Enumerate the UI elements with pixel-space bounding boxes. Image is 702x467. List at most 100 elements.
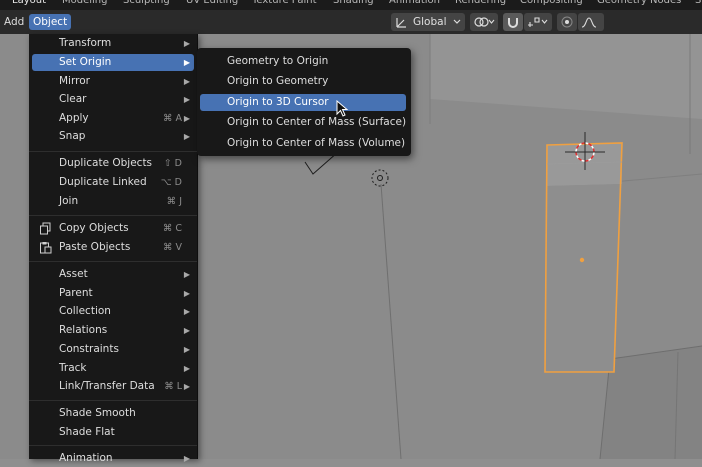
menu-item-track[interactable]: Track ▶ — [32, 360, 194, 377]
object-menu[interactable]: Object — [29, 14, 72, 30]
tab-rendering[interactable]: Rendering — [455, 0, 506, 8]
tab-scripting[interactable]: S — [695, 0, 701, 8]
menu-item-transform[interactable]: Transform ▶ — [32, 35, 194, 52]
submenu-item-label: Geometry to Origin — [227, 55, 329, 67]
chevron-down-icon — [453, 19, 461, 24]
submenu-item-label: Origin to 3D Cursor — [227, 96, 329, 108]
proportional-edit-icon — [561, 16, 573, 28]
menu-item-constraints[interactable]: Constraints ▶ — [32, 341, 194, 358]
copy-icon — [40, 222, 51, 235]
submenu-arrow-icon: ▶ — [183, 39, 190, 48]
tab-sculpting[interactable]: Sculpting — [123, 0, 170, 8]
menu-item-relations[interactable]: Relations ▶ — [32, 322, 194, 339]
snap-target-dropdown[interactable] — [524, 13, 552, 31]
menu-item-label: Apply — [59, 112, 89, 124]
submenu-arrow-icon: ▶ — [183, 326, 190, 335]
submenu-arrow-icon: ▶ — [183, 58, 190, 67]
submenu-arrow-icon: ▶ — [183, 382, 190, 391]
tab-uv-editing[interactable]: UV Editing — [186, 0, 238, 8]
shortcut-label: ⌥ D — [160, 177, 182, 188]
menu-item-label: Join — [59, 195, 79, 207]
submenu-item-label: Origin to Center of Mass (Volume) — [227, 137, 406, 149]
menu-item-asset[interactable]: Asset ▶ — [32, 266, 194, 283]
menu-item-collection[interactable]: Collection ▶ — [32, 303, 194, 320]
transform-orientation-dropdown[interactable]: Global — [391, 13, 465, 31]
submenu-item-origin-to-geometry[interactable]: Origin to Geometry — [200, 73, 406, 90]
menu-item-label: Track — [59, 362, 87, 374]
tab-texture-paint[interactable]: Texture Paint — [252, 0, 317, 8]
submenu-arrow-icon: ▶ — [183, 132, 190, 141]
proportional-edit-toggle[interactable] — [557, 13, 577, 31]
menu-item-label: Duplicate Linked — [59, 176, 147, 188]
submenu-item-label: Origin to Geometry — [227, 75, 329, 87]
snap-toggle[interactable] — [503, 13, 523, 31]
shortcut-label: ⌘ V — [162, 242, 182, 253]
shortcut-label: ⌘ L — [164, 381, 182, 392]
set-origin-submenu: Geometry to Origin Origin to Geometry Or… — [197, 48, 411, 156]
submenu-arrow-icon: ▶ — [183, 270, 190, 279]
menu-item-set-origin[interactable]: Set Origin ▶ — [32, 54, 194, 71]
menu-item-label: Transform — [59, 37, 112, 49]
tab-shading[interactable]: Shading — [333, 0, 374, 8]
add-menu[interactable]: Add — [0, 14, 28, 30]
workspace-tabs-bar: Layout Modeling Sculpting UV Editing Tex… — [0, 0, 702, 10]
submenu-arrow-icon: ▶ — [183, 77, 190, 86]
submenu-item-origin-to-3d-cursor[interactable]: Origin to 3D Cursor — [200, 94, 406, 111]
submenu-item-geometry-to-origin[interactable]: Geometry to Origin — [200, 53, 406, 70]
submenu-item-origin-to-center-of-mass-volume[interactable]: Origin to Center of Mass (Volume) — [200, 135, 406, 152]
submenu-arrow-icon: ▶ — [183, 307, 190, 316]
snap-magnet-icon — [508, 18, 518, 28]
menu-item-label: Shade Flat — [59, 426, 115, 438]
viewport-header: Add Object Global — [0, 10, 702, 34]
submenu-item-origin-to-center-of-mass-surface[interactable]: Origin to Center of Mass (Surface) — [200, 114, 406, 131]
menu-item-label: Shade Smooth — [59, 407, 136, 419]
menu-item-duplicate-objects[interactable]: Duplicate Objects ⇧ D — [32, 155, 194, 172]
falloff-curve-icon — [581, 17, 597, 28]
menu-item-label: Asset — [59, 268, 88, 280]
proportional-falloff-dropdown[interactable] — [578, 13, 604, 31]
menu-item-label: Relations — [59, 324, 108, 336]
menu-item-shade-smooth[interactable]: Shade Smooth — [32, 405, 194, 422]
tab-modeling[interactable]: Modeling — [62, 0, 108, 8]
menu-item-label: Parent — [59, 287, 93, 299]
menu-separator — [29, 261, 197, 262]
menu-item-label: Copy Objects — [59, 222, 129, 234]
submenu-arrow-icon: ▶ — [183, 364, 190, 373]
menu-item-label: Mirror — [59, 75, 90, 87]
menu-item-label: Constraints — [59, 343, 119, 355]
object-origin-dot — [579, 257, 585, 263]
menu-item-clear[interactable]: Clear ▶ — [32, 91, 194, 108]
tab-layout[interactable]: Layout — [12, 0, 46, 8]
submenu-arrow-icon: ▶ — [183, 289, 190, 298]
transform-orientation-icon — [396, 18, 406, 28]
object-menu-dropdown: Transform ▶ Set Origin ▶ Mirror ▶ Clear … — [29, 34, 198, 464]
submenu-arrow-icon: ▶ — [183, 114, 190, 123]
snap-target-icon — [528, 17, 548, 27]
menu-item-duplicate-linked[interactable]: Duplicate Linked ⌥ D — [32, 174, 194, 191]
menu-item-paste-objects[interactable]: Paste Objects ⌘ V — [32, 239, 194, 256]
menu-item-shade-flat[interactable]: Shade Flat — [32, 424, 194, 441]
menu-item-label: Clear — [59, 93, 87, 105]
menu-item-mirror[interactable]: Mirror ▶ — [32, 73, 194, 90]
tab-geometry-nodes[interactable]: Geometry Nodes — [597, 0, 681, 8]
menu-item-snap[interactable]: Snap ▶ — [32, 128, 194, 145]
menu-item-label: Snap — [59, 130, 86, 142]
menu-item-label: Link/Transfer Data — [59, 380, 155, 392]
menu-item-copy-objects[interactable]: Copy Objects ⌘ C — [32, 220, 194, 237]
tab-compositing[interactable]: Compositing — [520, 0, 583, 8]
menu-separator — [29, 400, 197, 401]
menu-item-label: Duplicate Objects — [59, 157, 153, 169]
tab-animation[interactable]: Animation — [389, 0, 440, 8]
mouse-cursor-icon — [336, 100, 348, 117]
menu-separator — [29, 215, 197, 216]
menu-item-apply[interactable]: Apply ⌘ A ▶ — [32, 110, 194, 127]
menu-item-link-transfer-data[interactable]: Link/Transfer Data ⌘ L ▶ — [32, 378, 194, 395]
pivot-point-dropdown[interactable] — [470, 13, 498, 31]
paste-icon — [40, 242, 52, 254]
menu-separator — [29, 445, 197, 446]
menu-item-parent[interactable]: Parent ▶ — [32, 285, 194, 302]
shortcut-label: ⌘ J — [166, 196, 182, 207]
shortcut-label: ⇧ D — [163, 158, 182, 169]
menu-item-join[interactable]: Join ⌘ J — [32, 193, 194, 210]
menu-separator — [29, 151, 197, 152]
